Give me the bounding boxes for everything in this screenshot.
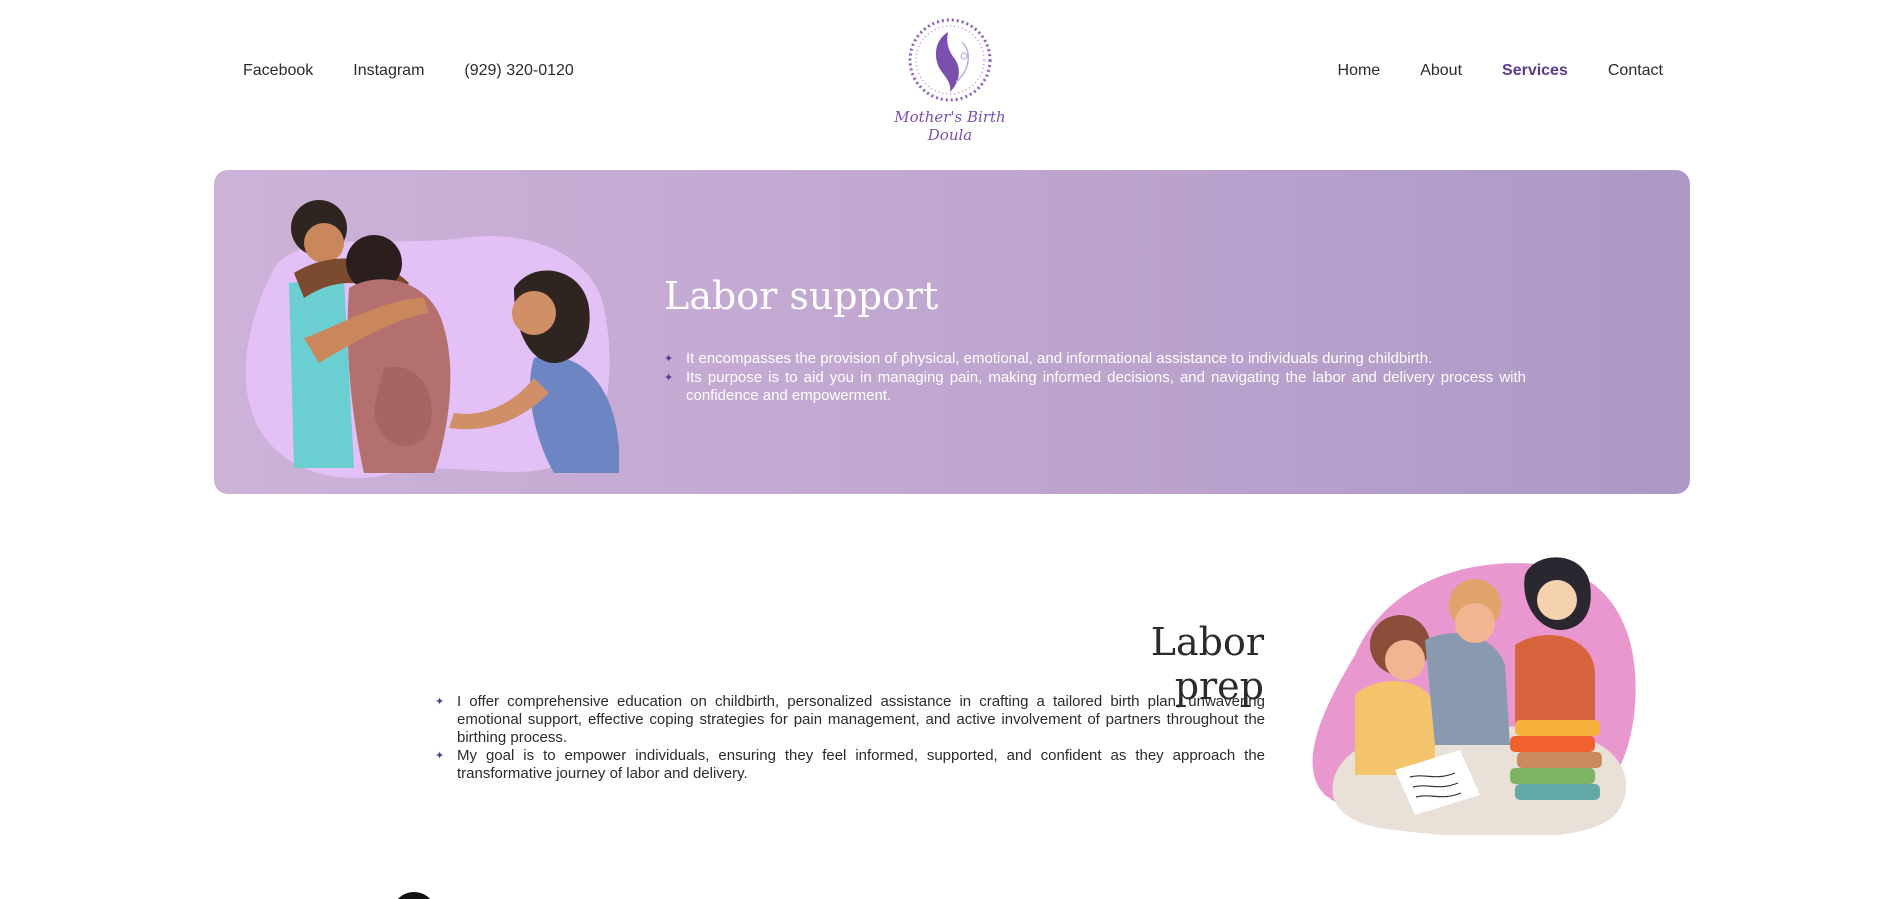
labor-prep-list: I offer comprehensive education on child… <box>435 693 1265 783</box>
nav-home[interactable]: Home <box>1338 62 1381 80</box>
instagram-link[interactable]: Instagram <box>353 62 424 80</box>
site-header: Facebook Instagram (929) 320-0120 Mother… <box>0 0 1890 150</box>
main-nav: Home About Services Contact <box>1338 62 1663 80</box>
nav-about[interactable]: About <box>1420 62 1462 80</box>
labor-support-list: It encompasses the provision of physical… <box>664 350 1526 406</box>
nav-services[interactable]: Services <box>1502 62 1568 80</box>
facebook-link[interactable]: Facebook <box>243 62 313 80</box>
labor-support-illustration <box>245 200 619 478</box>
logo-text: Mother's Birth Doula <box>894 108 1006 144</box>
list-item: It encompasses the provision of physical… <box>664 350 1526 368</box>
logo-icon <box>908 18 992 102</box>
site-logo[interactable]: Mother's Birth Doula <box>880 12 1020 144</box>
list-item: My goal is to empower individuals, ensur… <box>435 747 1265 783</box>
list-item: I offer comprehensive education on child… <box>435 693 1265 747</box>
labor-support-section: Labor support It encompasses the provisi… <box>214 170 1690 494</box>
labor-prep-illustration <box>1312 557 1636 835</box>
nav-contact[interactable]: Contact <box>1608 62 1663 80</box>
phone-link[interactable]: (929) 320-0120 <box>464 62 573 80</box>
social-links: Facebook Instagram (929) 320-0120 <box>243 62 574 80</box>
list-item: Its purpose is to aid you in managing pa… <box>664 369 1526 405</box>
next-section-icon <box>392 892 436 899</box>
labor-support-title: Labor support <box>664 274 939 318</box>
